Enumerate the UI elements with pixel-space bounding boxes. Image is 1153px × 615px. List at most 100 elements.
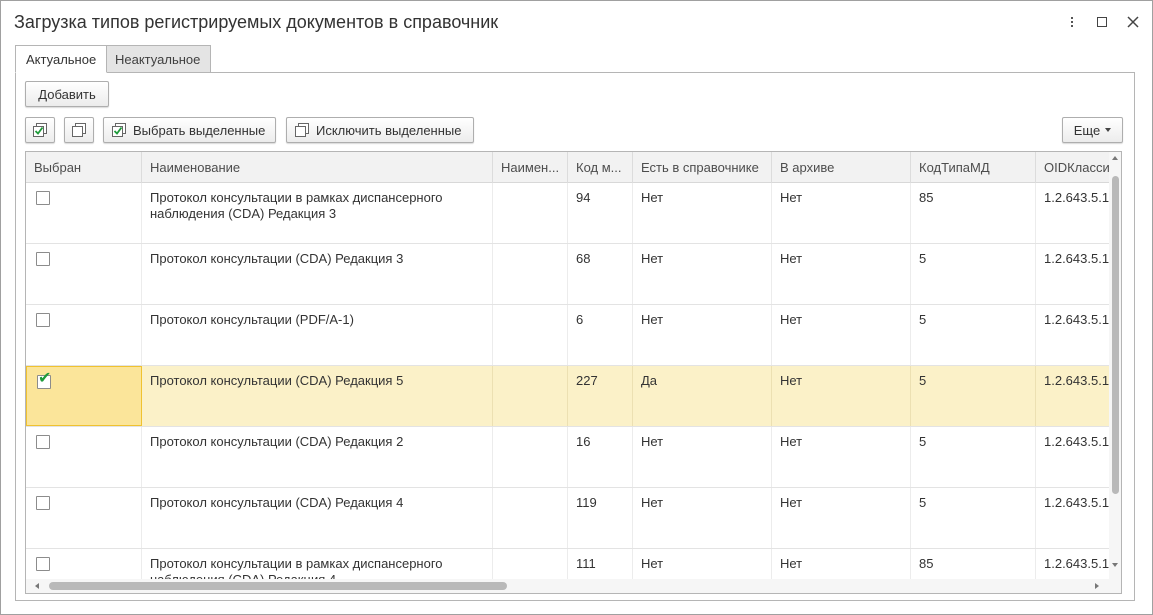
select-selected-label: Выбрать выделенные (133, 122, 266, 138)
short-name-cell (493, 427, 568, 487)
md-type-code-cell: 5 (911, 427, 1036, 487)
md-type-code-cell: 5 (911, 244, 1036, 304)
archived-cell: Нет (772, 305, 911, 365)
name-cell: Протокол консультации (PDF/A-1) (142, 305, 493, 365)
name-cell: Протокол консультации в рамках диспансер… (142, 183, 493, 243)
window-title: Загрузка типов регистрируемых документов… (14, 12, 499, 32)
code-cell: 227 (568, 366, 633, 426)
archived-cell: Нет (772, 366, 911, 426)
short-name-cell (493, 244, 568, 304)
select-selected-button[interactable]: Выбрать выделенные (103, 117, 276, 143)
selected-cell[interactable] (26, 488, 142, 548)
oid-cell: 1.2.643.5.1 (1044, 312, 1109, 327)
scroll-right-icon[interactable] (1095, 583, 1099, 589)
table-row[interactable]: Протокол консультации в рамках диспансер… (26, 183, 1109, 244)
name-cell: Протокол консультации (CDA) Редакция 2 (142, 427, 493, 487)
vertical-scroll-thumb[interactable] (1112, 176, 1119, 494)
table-row[interactable]: Протокол консультации (PDF/A-1) 6 Нет Нет 5 1… (26, 305, 1109, 366)
chevron-down-icon (1105, 128, 1112, 132)
archived-cell: Нет (772, 244, 911, 304)
uncheck-all-button[interactable] (64, 117, 94, 143)
row-checkbox[interactable] (36, 252, 50, 266)
table-row[interactable]: ✔ Протокол консультации (CDA) Редакция 5 2… (26, 366, 1109, 427)
table-row[interactable]: Протокол консультации (CDA) Редакция 2 16… (26, 427, 1109, 488)
scroll-up-icon[interactable] (1112, 156, 1118, 160)
scroll-left-icon[interactable] (35, 583, 39, 589)
archived-cell: Нет (772, 183, 911, 243)
md-type-code-cell: 5 (911, 488, 1036, 548)
add-button-label: Добавить (38, 86, 96, 102)
column-header-archived[interactable]: В архиве (772, 152, 911, 183)
oid-cell: 1.2.643.5.1 (1044, 251, 1109, 266)
more-button-label: Еще (1073, 122, 1101, 138)
exclude-selected-button[interactable]: Исключить выделенные (286, 117, 474, 143)
md-type-code-cell: 5 (911, 366, 1036, 426)
archived-cell: Нет (772, 488, 911, 548)
column-header-in-directory[interactable]: Есть в справочнике (633, 152, 772, 183)
in-directory-cell: Нет (633, 244, 772, 304)
in-directory-cell: Нет (633, 488, 772, 548)
tab-inactual[interactable]: Неактуальное (104, 45, 212, 73)
table-row[interactable]: Протокол консультации (CDA) Редакция 3 68… (26, 244, 1109, 305)
row-checkbox[interactable] (36, 313, 50, 327)
row-checkbox[interactable] (36, 191, 50, 205)
add-button[interactable]: Добавить (25, 81, 109, 107)
exclude-selected-label: Исключить выделенные (316, 122, 462, 138)
short-name-cell (493, 488, 568, 548)
name-cell: Протокол консультации (CDA) Редакция 5 (142, 366, 493, 426)
column-header-oid[interactable]: OIDКласси (1036, 152, 1109, 183)
selected-cell[interactable] (26, 427, 142, 487)
column-header-md-type-code[interactable]: КодТипаМД (911, 152, 1036, 183)
column-header-code[interactable]: Код м... (568, 152, 633, 183)
code-cell: 6 (568, 305, 633, 365)
code-cell: 16 (568, 427, 633, 487)
check-all-button[interactable] (25, 117, 55, 143)
table-header: Выбран Наименование Наимен... Код м... Е… (26, 152, 1109, 183)
close-icon[interactable] (1124, 12, 1142, 32)
documents-table: Выбран Наименование Наимен... Код м... Е… (25, 151, 1122, 594)
dialog-window: Загрузка типов регистрируемых документов… (0, 0, 1153, 615)
md-type-code-cell: 5 (911, 305, 1036, 365)
vertical-scrollbar[interactable] (1109, 152, 1121, 593)
uncheck-all-icon (294, 122, 310, 138)
row-checkbox[interactable] (36, 557, 50, 571)
selected-cell[interactable] (26, 305, 142, 365)
selected-cell[interactable] (26, 183, 142, 243)
check-all-icon (32, 122, 48, 138)
md-type-code-cell: 85 (911, 183, 1036, 243)
code-cell: 94 (568, 183, 633, 243)
code-cell: 119 (568, 488, 633, 548)
row-checkbox[interactable]: ✔ (37, 371, 51, 389)
uncheck-all-icon (71, 122, 87, 138)
in-directory-cell: Нет (633, 183, 772, 243)
row-checkbox[interactable] (36, 435, 50, 449)
archived-cell: Нет (772, 427, 911, 487)
oid-cell: 1.2.643.5.1 (1044, 495, 1109, 510)
name-cell: Протокол консультации (CDA) Редакция 4 (142, 488, 493, 548)
name-cell: Протокол консультации (CDA) Редакция 3 (142, 244, 493, 304)
oid-cell: 1.2.643.5.1 (1044, 190, 1109, 205)
oid-cell: 1.2.643.5.1 (1044, 434, 1109, 449)
column-header-short-name[interactable]: Наимен... (493, 152, 568, 183)
check-all-icon (111, 122, 127, 138)
more-button[interactable]: Еще (1062, 117, 1123, 143)
maximize-icon[interactable] (1093, 12, 1111, 32)
oid-cell: 1.2.643.5.1 (1044, 373, 1109, 388)
tab-actual[interactable]: Актуальное (15, 45, 108, 73)
more-actions-icon[interactable] (1063, 12, 1081, 32)
short-name-cell (493, 305, 568, 365)
horizontal-scroll-thumb[interactable] (49, 582, 507, 590)
checkmark-icon: ✔ (38, 370, 52, 387)
horizontal-scrollbar[interactable] (26, 579, 1109, 593)
table-row[interactable]: Протокол консультации (CDA) Редакция 4 11… (26, 488, 1109, 549)
scroll-down-icon[interactable] (1112, 563, 1118, 567)
selected-cell[interactable] (26, 244, 142, 304)
column-header-selected[interactable]: Выбран (26, 152, 142, 183)
selected-cell[interactable]: ✔ (26, 366, 142, 426)
short-name-cell (493, 183, 568, 243)
column-header-name[interactable]: Наименование (142, 152, 493, 183)
row-checkbox[interactable] (36, 496, 50, 510)
short-name-cell (493, 366, 568, 426)
in-directory-cell: Нет (633, 427, 772, 487)
code-cell: 68 (568, 244, 633, 304)
